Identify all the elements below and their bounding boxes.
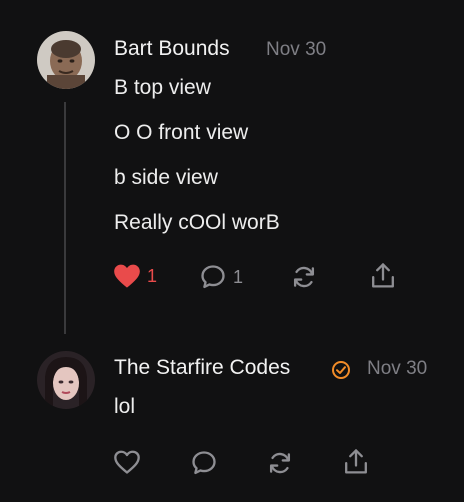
share-icon [345,449,367,474]
comment-date[interactable]: Nov 30 [367,358,427,380]
reply-button[interactable] [190,449,218,477]
reply-count: 1 [233,266,244,287]
verified-check-icon [332,361,350,379]
like-button[interactable] [113,449,141,475]
restack-button[interactable] [290,263,318,291]
share-button[interactable] [369,261,397,291]
reply-button[interactable]: 1 [199,263,243,291]
comment-text-line: b side view [114,166,218,189]
comment-icon [201,265,225,289]
comment-date[interactable]: Nov 30 [266,39,326,61]
like-count: 1 [147,265,158,286]
restack-button[interactable] [266,449,294,477]
comment-text-line: O O front view [114,121,249,144]
heart-icon [114,450,140,474]
avatar[interactable] [37,31,95,89]
comment-text-line: Really cOOl worB [114,211,280,234]
restack-icon [293,266,315,288]
comment-icon [192,451,216,475]
share-icon [372,263,394,288]
share-button[interactable] [342,447,370,477]
comment-text-line: B top view [114,76,211,99]
restack-icon [269,452,291,474]
comment-text-line: lol [114,395,136,418]
author-name[interactable]: The Starfire Codes [114,356,290,380]
heart-icon [114,264,140,288]
author-name[interactable]: Bart Bounds [114,37,230,61]
thread-line [64,102,66,334]
avatar[interactable] [37,351,95,409]
like-button[interactable]: 1 [113,263,157,289]
